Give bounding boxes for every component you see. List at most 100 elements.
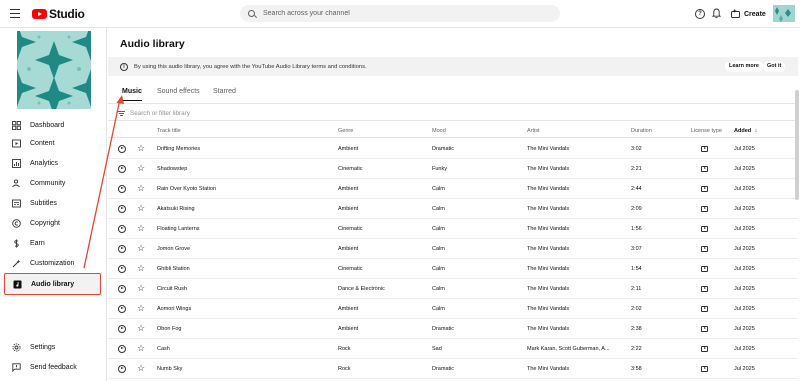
channel-search[interactable] xyxy=(240,5,560,22)
table-row[interactable]: ☆ Shadowstep Cinematic Funky The Mini Vandal… xyxy=(108,159,798,179)
license-icon[interactable] xyxy=(701,145,708,152)
play-icon[interactable] xyxy=(118,324,126,333)
column-genre[interactable]: Genre xyxy=(338,128,353,134)
license-icon[interactable] xyxy=(701,305,708,312)
table-row[interactable]: ☆ Floating Lanterns Cinematic Calm The Mini … xyxy=(108,219,798,239)
table-row[interactable]: ☆ Aomori Wings Ambient Calm The Mini Vandals… xyxy=(108,299,798,319)
table-row[interactable]: ☆ Cash Rock Sad Mark Karan, Scott Guberman, … xyxy=(108,339,798,359)
license-icon[interactable] xyxy=(701,265,708,272)
column-mood[interactable]: Mood xyxy=(432,128,446,134)
menu-icon[interactable] xyxy=(10,9,20,19)
license-icon[interactable] xyxy=(701,245,708,252)
table-row[interactable]: ☆ Drifting Memories Ambient Dramatic The Min… xyxy=(108,139,798,159)
column-license-type[interactable]: License type xyxy=(691,128,722,134)
table-row[interactable]: ☆ Obon Fog Ambient Dramatic The Mini Vandals… xyxy=(108,319,798,339)
star-icon[interactable]: ☆ xyxy=(137,203,145,213)
sidebar: Dashboard Content Analytics Community Su… xyxy=(0,28,107,381)
track-title: Shadowstep xyxy=(157,166,188,172)
table-row[interactable]: ☆ Circuit Rush Dance & Electronic Calm The M… xyxy=(108,279,798,299)
play-icon[interactable] xyxy=(118,264,126,273)
star-icon[interactable]: ☆ xyxy=(137,243,145,253)
column-duration[interactable]: Duration xyxy=(631,128,652,134)
star-icon[interactable]: ☆ xyxy=(137,263,145,273)
column-added[interactable]: Added ↓ xyxy=(734,128,757,134)
license-icon[interactable] xyxy=(701,205,708,212)
star-icon[interactable]: ☆ xyxy=(137,363,145,373)
table-row[interactable]: ☆ Jomon Grove Ambient Calm The Mini Vandals 3… xyxy=(108,239,798,259)
learn-more-button[interactable]: Learn more xyxy=(725,61,763,72)
channel-avatar[interactable] xyxy=(17,31,91,109)
sidebar-item-settings[interactable]: Settings xyxy=(4,338,101,356)
license-icon[interactable] xyxy=(701,285,708,292)
star-icon[interactable]: ☆ xyxy=(137,323,145,333)
play-icon[interactable] xyxy=(118,244,126,253)
track-duration: 2:21 xyxy=(631,166,642,172)
star-icon[interactable]: ☆ xyxy=(137,303,145,313)
license-icon[interactable] xyxy=(701,185,708,192)
star-icon[interactable]: ☆ xyxy=(137,143,145,153)
notifications-bell-icon[interactable] xyxy=(712,8,721,19)
track-title: Drifting Memories xyxy=(157,146,201,152)
sidebar-item-community[interactable]: Community xyxy=(4,174,101,192)
sidebar-item-dashboard[interactable]: Dashboard xyxy=(4,116,101,134)
column-track-title[interactable]: Track title xyxy=(157,128,181,134)
license-icon[interactable] xyxy=(701,165,708,172)
tab-music[interactable]: Music xyxy=(122,88,142,101)
sidebar-item-label: Earn xyxy=(30,239,45,247)
play-icon[interactable] xyxy=(118,204,126,213)
sidebar-item-subtitles[interactable]: Subtitles xyxy=(4,194,101,212)
play-icon[interactable] xyxy=(118,224,126,233)
track-duration: 1:56 xyxy=(631,226,642,232)
filter-bar[interactable] xyxy=(108,107,798,121)
track-title: Cash xyxy=(157,346,170,352)
sidebar-item-content[interactable]: Content xyxy=(4,134,101,152)
search-input[interactable] xyxy=(263,10,523,17)
star-icon[interactable]: ☆ xyxy=(137,163,145,173)
got-it-button[interactable]: Got it xyxy=(763,61,786,72)
sidebar-item-earn[interactable]: Earn xyxy=(4,234,101,252)
tab-sound-effects[interactable]: Sound effects xyxy=(157,88,200,100)
account-avatar[interactable] xyxy=(773,5,795,22)
star-icon[interactable]: ☆ xyxy=(137,343,145,353)
table-row[interactable]: ☆ Ghibli Station Cinematic Calm The Mini Van… xyxy=(108,259,798,279)
sidebar-item-audio-library[interactable]: Audio library xyxy=(4,273,101,295)
star-icon[interactable]: ☆ xyxy=(137,183,145,193)
star-icon[interactable]: ☆ xyxy=(137,223,145,233)
play-icon[interactable] xyxy=(118,184,126,193)
play-icon[interactable] xyxy=(118,144,126,153)
scrollbar[interactable] xyxy=(795,90,799,200)
sidebar-item-send-feedback[interactable]: Send feedback xyxy=(4,358,101,376)
play-icon[interactable] xyxy=(118,164,126,173)
sidebar-item-customization[interactable]: Customization xyxy=(4,254,101,272)
sidebar-item-analytics[interactable]: Analytics xyxy=(4,154,101,172)
license-icon[interactable] xyxy=(701,365,708,372)
track-duration: 3:02 xyxy=(631,146,642,152)
info-icon: i xyxy=(120,62,128,71)
sidebar-item-copyright[interactable]: Copyright xyxy=(4,214,101,232)
play-icon[interactable] xyxy=(118,284,126,293)
track-artist: The Mini Vandals xyxy=(527,226,570,232)
track-mood: Calm xyxy=(432,186,445,192)
table-row[interactable]: ☆ Numb Sky Rock Dramatic The Mini Vandals 3:5… xyxy=(108,359,798,379)
table-row[interactable]: ☆ Akatsuki Rising Ambient Calm The Mini Vand… xyxy=(108,199,798,219)
play-icon[interactable] xyxy=(118,304,126,313)
table-row[interactable]: ☆ Rain Over Kyoto Station Ambient Calm The M… xyxy=(108,179,798,199)
star-icon[interactable]: ☆ xyxy=(137,283,145,293)
studio-logo[interactable]: Studio xyxy=(32,7,85,21)
play-icon[interactable] xyxy=(118,364,126,373)
tab-starred[interactable]: Starred xyxy=(213,88,236,100)
create-button[interactable]: Create xyxy=(731,7,766,21)
help-icon[interactable]: ? xyxy=(695,9,705,19)
license-icon[interactable] xyxy=(701,345,708,352)
sidebar-item-label: Community xyxy=(30,179,66,187)
filter-icon xyxy=(118,110,125,117)
column-artist[interactable]: Artist xyxy=(527,128,540,134)
filter-input[interactable] xyxy=(130,110,330,117)
track-mood: Calm xyxy=(432,226,445,232)
play-icon[interactable] xyxy=(118,344,126,353)
track-mood: Funky xyxy=(432,166,447,172)
track-genre: Cinematic xyxy=(338,266,363,272)
sidebar-item-label: Dashboard xyxy=(30,121,65,129)
license-icon[interactable] xyxy=(701,325,708,332)
license-icon[interactable] xyxy=(701,225,708,232)
